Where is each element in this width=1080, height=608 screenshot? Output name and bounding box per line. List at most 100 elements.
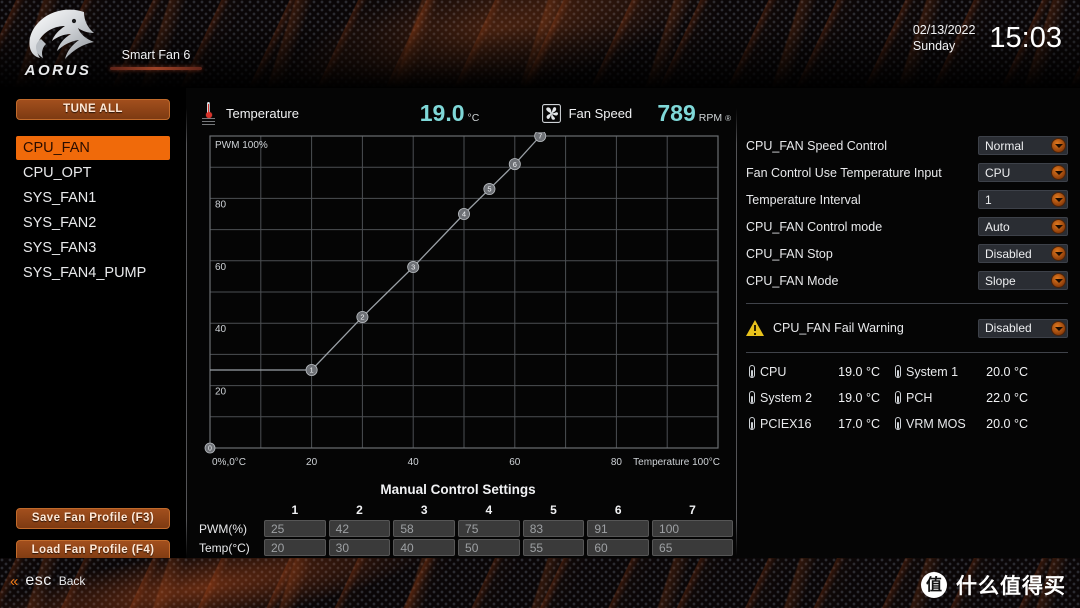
datetime-display: 02/13/2022 Sunday 15:03 xyxy=(913,22,1062,55)
setting-dropdown[interactable]: Normal xyxy=(978,136,1068,155)
sensor-name: PCH xyxy=(906,391,933,405)
watermark-mark: 值 xyxy=(921,572,947,598)
fan-sidebar: TUNE ALL CPU_FAN CPU_OPT SYS_FAN1 SYS_FAN2 S… xyxy=(0,88,186,561)
svg-text:4: 4 xyxy=(462,210,466,219)
manual-control-cell[interactable]: 58 xyxy=(393,520,456,537)
setting-row[interactable]: CPU_FAN Mode Slope xyxy=(746,267,1068,294)
manual-control-cell[interactable]: 25 xyxy=(264,520,326,537)
fail-warning-row[interactable]: CPU_FAN Fail Warning Disabled xyxy=(746,313,1068,343)
esc-back-button[interactable]: « esc Back xyxy=(10,572,85,590)
manual-control-cell[interactable]: 20 xyxy=(264,539,326,556)
setting-label: CPU_FAN Mode xyxy=(746,273,839,288)
setting-row[interactable]: Fan Control Use Temperature Input CPU xyxy=(746,159,1068,186)
thermometer-icon xyxy=(746,391,758,405)
fail-warning-dropdown[interactable]: Disabled xyxy=(978,318,1068,338)
svg-text:5: 5 xyxy=(487,185,491,194)
manual-control-cell[interactable]: 60 xyxy=(587,539,650,556)
save-fan-profile-button[interactable]: Save Fan Profile (F3) xyxy=(16,508,170,529)
weekday-text: Sunday xyxy=(912,38,956,53)
sensor-value: 20.0 °C xyxy=(986,417,1028,431)
sidebar-item-sys_fan4_pump[interactable]: SYS_FAN4_PUMP xyxy=(16,261,170,285)
setting-dropdown[interactable]: 1 xyxy=(978,190,1068,209)
manual-control-cell[interactable]: 42 xyxy=(328,520,391,537)
setting-dropdown[interactable]: CPU xyxy=(978,163,1068,182)
manual-control-cell[interactable]: 50 xyxy=(458,539,520,556)
sensor-readings-grid: CPU 19.0 °C System 1 20.0 °C System 2 19.0 °C… xyxy=(746,365,1068,431)
manual-control-cell[interactable]: 65 xyxy=(652,539,733,556)
sidebar-item-sys_fan3[interactable]: SYS_FAN3 xyxy=(16,236,170,260)
svg-text:6: 6 xyxy=(513,160,517,169)
setting-label: CPU_FAN Speed Control xyxy=(746,138,888,153)
manual-control-body: PWM(%) 25 42 58 75 83 91 100 Temp(°C) 20 30 40 50 55 6… xyxy=(199,520,733,556)
setting-dropdown[interactable]: Auto xyxy=(978,217,1068,236)
manual-control-index-6: 6 xyxy=(614,503,622,517)
bios-smart-fan-screen: AORUS Smart Fan 6 02/13/2022 Sunday 15:0… xyxy=(0,0,1080,608)
chevron-down-icon[interactable] xyxy=(1051,165,1066,180)
settings-list: CPU_FAN Speed Control Normal Fan Control U… xyxy=(746,132,1068,294)
sidebar-item-cpu_fan[interactable]: CPU_FAN xyxy=(16,136,170,160)
double-chevron-left-icon: « xyxy=(10,572,19,590)
chart-point-4: 4 xyxy=(457,208,470,221)
chart-origin-marker: 0 xyxy=(204,442,216,454)
manual-control-cell[interactable]: 40 xyxy=(393,539,456,556)
fanspeed-value: 789 xyxy=(657,99,696,126)
manual-control-cell[interactable]: 100 xyxy=(652,520,733,537)
chevron-down-icon[interactable] xyxy=(1051,273,1066,288)
svg-text:Temperature 100°C: Temperature 100°C xyxy=(633,457,720,468)
manual-control-cell[interactable]: 91 xyxy=(587,520,650,537)
manual-control-header-row: 1 2 3 4 5 6 7 xyxy=(199,502,733,518)
chevron-down-icon[interactable] xyxy=(1051,219,1066,234)
setting-value: Auto xyxy=(985,219,1010,234)
esc-key-label: esc xyxy=(25,572,52,589)
setting-row[interactable]: Temperature Interval 1 xyxy=(746,186,1068,213)
svg-text:60: 60 xyxy=(509,457,521,468)
sidebar-item-sys_fan1[interactable]: SYS_FAN1 xyxy=(16,186,170,210)
sidebar-item-cpu_opt[interactable]: CPU_OPT xyxy=(16,161,170,185)
footer-texture xyxy=(0,558,1080,608)
tune-all-button[interactable]: TUNE ALL xyxy=(16,99,170,120)
setting-dropdown[interactable]: Slope xyxy=(978,271,1068,290)
svg-text:PWM 100%: PWM 100% xyxy=(215,140,268,151)
setting-value: Normal xyxy=(985,138,1024,153)
manual-control-title: Manual Control Settings xyxy=(380,482,536,497)
thermometer-icon xyxy=(892,365,904,379)
manual-control-row-label: Temp(°C) xyxy=(199,540,250,555)
fail-warning-value: Disabled xyxy=(985,321,1032,335)
setting-row[interactable]: CPU_FAN Speed Control Normal xyxy=(746,132,1068,159)
fanspeed-value-group: 789 RPM ® xyxy=(657,100,731,127)
chevron-down-icon[interactable] xyxy=(1051,320,1066,336)
svg-text:20: 20 xyxy=(306,457,318,468)
manual-control-cell[interactable]: 55 xyxy=(522,539,585,556)
table-row: PWM(%) 25 42 58 75 83 91 100 xyxy=(199,520,733,537)
setting-row[interactable]: CPU_FAN Control mode Auto xyxy=(746,213,1068,240)
temperature-readout: Temperature xyxy=(196,100,420,126)
fan-curve-svg[interactable]: 0 1 2 3 4 5 6 7 20 40 60 80 PWM 100% 20 40 60 80 0%,0°C Te… xyxy=(196,132,736,480)
header-bar: AORUS Smart Fan 6 02/13/2022 Sunday 15:0… xyxy=(0,0,1080,88)
date-text: 02/13/2022 xyxy=(912,22,976,37)
manual-control-cell[interactable]: 75 xyxy=(458,520,520,537)
svg-text:80: 80 xyxy=(215,199,227,210)
manual-control-cell[interactable]: 83 xyxy=(522,520,585,537)
svg-text:7: 7 xyxy=(538,132,542,141)
sensor-name: System 2 xyxy=(760,391,813,405)
thermometer-icon xyxy=(892,391,904,405)
sensor-name: PCIEX16 xyxy=(760,417,812,431)
tab-smart-fan[interactable]: Smart Fan 6 xyxy=(110,48,202,70)
svg-text:0%,0°C: 0%,0°C xyxy=(212,457,246,468)
aorus-eagle-icon xyxy=(29,9,94,59)
fan-curve-chart[interactable]: 0 1 2 3 4 5 6 7 20 40 60 80 PWM 100% 20 40 60 80 0%,0°C Te… xyxy=(196,132,736,480)
setting-value: CPU xyxy=(985,165,1011,180)
setting-value: 1 xyxy=(985,192,992,207)
settings-divider-bottom xyxy=(746,352,1068,353)
chevron-down-icon[interactable] xyxy=(1051,246,1066,261)
manual-control-corner xyxy=(199,502,261,518)
manual-control-cell[interactable]: 30 xyxy=(328,539,391,556)
setting-dropdown[interactable]: Disabled xyxy=(978,244,1068,263)
chevron-down-icon[interactable] xyxy=(1051,138,1066,153)
chevron-down-icon[interactable] xyxy=(1051,192,1066,207)
chart-point-3: 3 xyxy=(407,261,420,274)
setting-label: CPU_FAN Stop xyxy=(746,246,833,261)
setting-row[interactable]: CPU_FAN Stop Disabled xyxy=(746,240,1068,267)
header-glow xyxy=(240,0,760,88)
sidebar-item-sys_fan2[interactable]: SYS_FAN2 xyxy=(16,211,170,235)
